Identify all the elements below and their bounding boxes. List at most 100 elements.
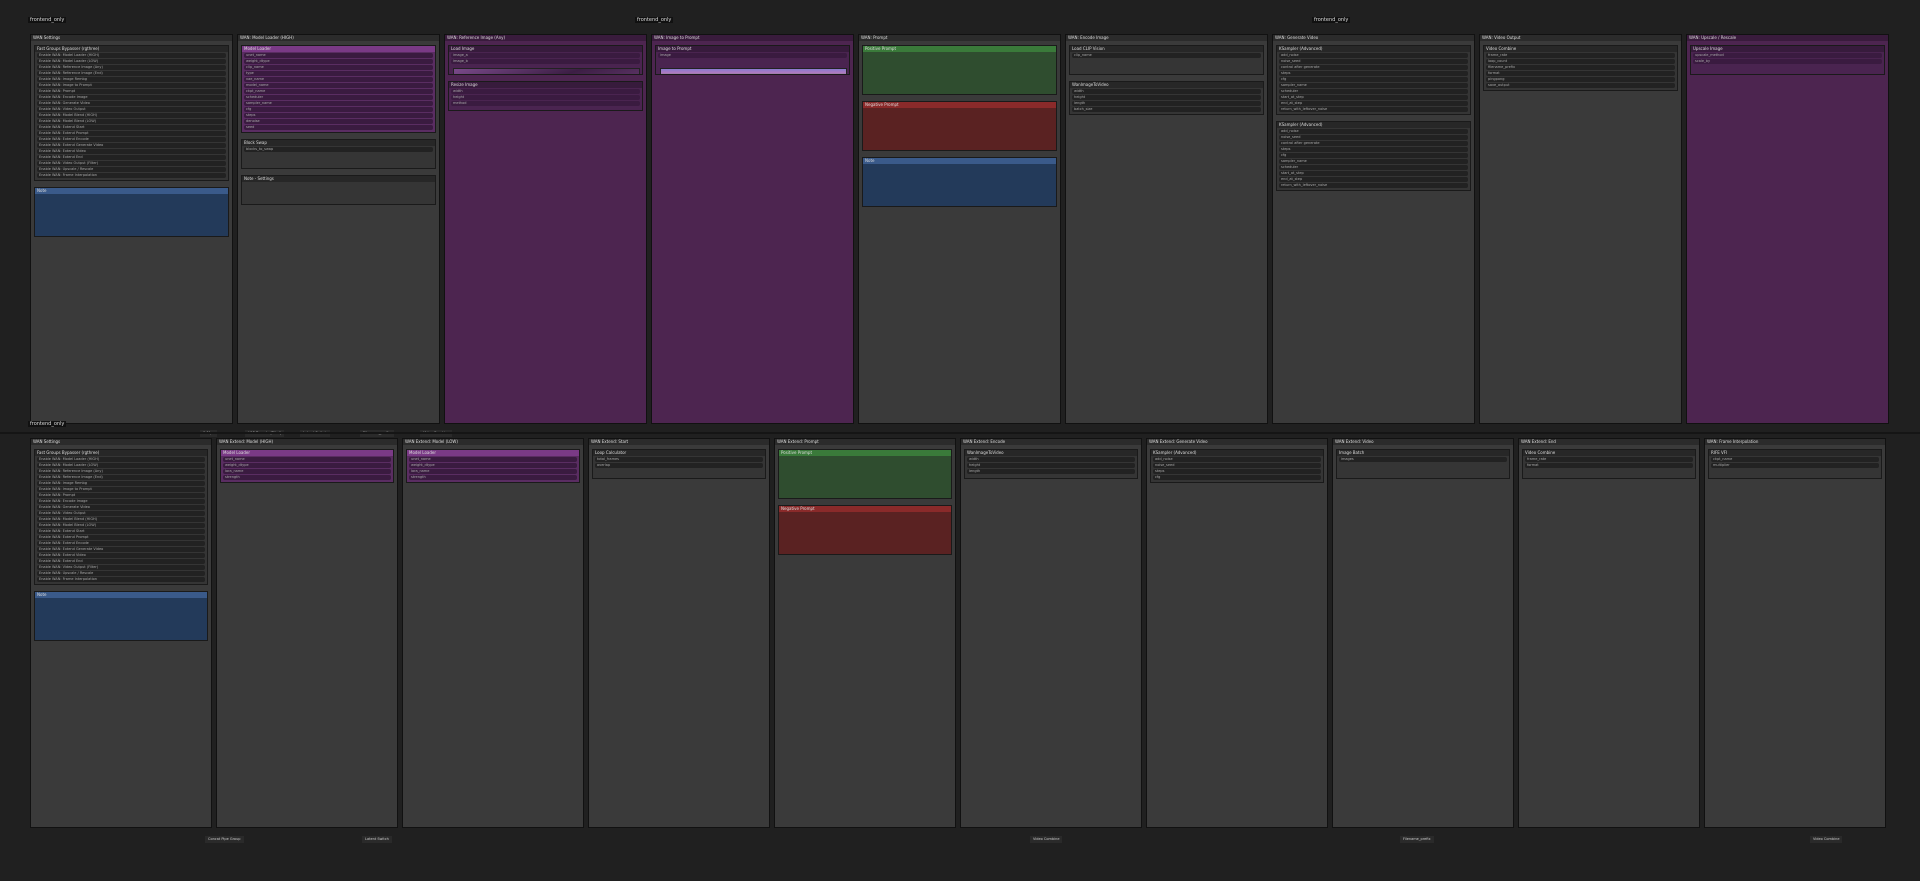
node-widget[interactable]: steps: [1153, 469, 1321, 474]
group-title[interactable]: WAN: Upscale / Rescale: [1687, 35, 1888, 41]
node-widget[interactable]: Enable WAN: Encode Image: [37, 499, 205, 504]
node[interactable]: Model Loader unet_name weight_dtype lora_na…: [406, 449, 580, 483]
node-widget[interactable]: Enable WAN: Extend Encode: [37, 541, 205, 546]
node-group[interactable]: WAN: Reference Image (Any) Load Image imag…: [444, 34, 647, 424]
node-title[interactable]: Image Batch: [1337, 450, 1509, 456]
node-widget[interactable]: start_at_step: [1279, 171, 1468, 176]
node-widget[interactable]: format: [1525, 463, 1693, 468]
node-title[interactable]: Note: [35, 592, 207, 598]
node-widget[interactable]: ckpt_name: [1711, 457, 1879, 462]
node-widget[interactable]: strength: [223, 475, 391, 480]
node-widget[interactable]: overlap: [595, 463, 763, 468]
node[interactable]: Block Swap blocks_to_swap: [241, 139, 436, 169]
node-title[interactable]: Note: [863, 158, 1056, 164]
node[interactable]: WanImageToVideo width height length batch_si…: [1069, 81, 1264, 115]
node-widget[interactable]: start_at_step: [1279, 95, 1468, 100]
group-title[interactable]: WAN Extend: Video: [1333, 439, 1513, 445]
node-widget[interactable]: Enable WAN: Reference Image (Any): [37, 65, 226, 70]
node-title[interactable]: Note: [35, 188, 228, 194]
node-title[interactable]: Negative Prompt: [863, 102, 1056, 108]
node[interactable]: Note: [862, 157, 1057, 207]
node-widget[interactable]: cfg: [1279, 77, 1468, 82]
node-widget[interactable]: Enable WAN: Frame Interpolation: [37, 577, 205, 582]
node[interactable]: Note - Settings: [241, 175, 436, 205]
node-widget[interactable]: sampler_name: [1279, 83, 1468, 88]
node-widget[interactable]: Enable WAN: Reference Image (Any): [37, 469, 205, 474]
collapsed-node[interactable]: Video Combine: [1810, 836, 1843, 843]
node-widget[interactable]: Enable WAN: Extend Prompt: [37, 535, 205, 540]
node-widget[interactable]: height: [1072, 95, 1261, 100]
node-widget[interactable]: add_noise: [1279, 129, 1468, 134]
group-title[interactable]: WAN: Reference Image (Any): [445, 35, 646, 41]
node-widget[interactable]: Enable WAN: Extend Prompt: [37, 131, 226, 136]
node-title[interactable]: KSampler (Advanced): [1277, 46, 1470, 52]
node-widget[interactable]: save_output: [1486, 83, 1675, 88]
node-widget[interactable]: weight_dtype: [223, 463, 391, 468]
node-widget[interactable]: width: [967, 457, 1135, 462]
node-group[interactable]: WAN Extend: Video Image Batch images: [1332, 438, 1514, 828]
group-title[interactable]: WAN: Prompt: [859, 35, 1060, 41]
collapsed-node[interactable]: Video Combine: [1030, 836, 1063, 843]
node-widget[interactable]: Enable WAN: Video Output: [37, 107, 226, 112]
node-title[interactable]: Video Combine: [1523, 450, 1695, 456]
node-group[interactable]: WAN: Upscale / Rescale Upscale Image upsca…: [1686, 34, 1889, 424]
node-widget[interactable]: Enable WAN: Video Output (Filter): [37, 161, 226, 166]
node-widget[interactable]: Enable WAN: Frame Interpolation: [37, 173, 226, 178]
node-widget[interactable]: pingpong: [1486, 77, 1675, 82]
collapsed-node[interactable]: Filename_prefix: [1400, 836, 1434, 843]
node-widget[interactable]: blocks_to_swap: [244, 147, 433, 152]
node-title[interactable]: Upscale Image: [1691, 46, 1884, 52]
node-widget[interactable]: batch_size: [1072, 107, 1261, 112]
node-group[interactable]: WAN Extend: Prompt Positive Prompt Negativ…: [774, 438, 956, 828]
node-widget[interactable]: return_with_leftover_noise: [1279, 107, 1468, 112]
node-widget[interactable]: Enable WAN: Encode Image: [37, 95, 226, 100]
node-widget[interactable]: type: [244, 71, 433, 76]
node-widget[interactable]: seed: [244, 125, 433, 130]
node-title[interactable]: KSampler (Advanced): [1277, 122, 1470, 128]
node-widget[interactable]: Enable WAN: Upscale / Rescale: [37, 167, 226, 172]
node-widget[interactable]: add_noise: [1153, 457, 1321, 462]
group-title[interactable]: WAN Extend: Model (LOW): [403, 439, 583, 445]
node-widget[interactable]: scheduler: [244, 95, 433, 100]
group-title[interactable]: WAN: Video Output: [1480, 35, 1681, 41]
node-group[interactable]: WAN Settings Fast Groups Bypasser (rgthre…: [30, 438, 212, 828]
node-widget[interactable]: height: [451, 95, 640, 100]
group-title[interactable]: WAN: Frame Interpolation: [1705, 439, 1885, 445]
node-widget[interactable]: noise_seed: [1153, 463, 1321, 468]
node-widget[interactable]: end_at_step: [1279, 177, 1468, 182]
node[interactable]: Note: [34, 591, 208, 641]
node[interactable]: Negative Prompt: [778, 505, 952, 555]
node-widget[interactable]: unet_name: [223, 457, 391, 462]
node-title[interactable]: Load CLIP Vision: [1070, 46, 1263, 52]
node-widget[interactable]: Enable WAN: Extend Video: [37, 553, 205, 558]
group-title[interactable]: WAN Extend: Start: [589, 439, 769, 445]
node-widget[interactable]: Enable WAN: Model Blend (LOW): [37, 119, 226, 124]
node[interactable]: Positive Prompt: [778, 449, 952, 499]
node-title[interactable]: Loop Calculator: [593, 450, 765, 456]
node-widget[interactable]: scheduler: [1279, 89, 1468, 94]
node-widget[interactable]: lora_name: [409, 469, 577, 474]
node-group[interactable]: WAN Extend: Encode WanImageToVideo width he…: [960, 438, 1142, 828]
group-title[interactable]: WAN Settings: [31, 439, 211, 445]
node[interactable]: KSampler (Advanced) add_noise noise_seed co…: [1276, 121, 1471, 191]
node-widget[interactable]: weight_dtype: [244, 59, 433, 64]
group-title[interactable]: WAN: Model Loader (HIGH): [238, 35, 439, 41]
node-widget[interactable]: weight_dtype: [409, 463, 577, 468]
node[interactable]: Load CLIP Vision clip_name: [1069, 45, 1264, 75]
node-widget[interactable]: Enable WAN: Image to Prompt: [37, 487, 205, 492]
node[interactable]: Model Loader unet_name weight_dtype lora_na…: [220, 449, 394, 483]
node-widget[interactable]: image_b: [451, 59, 640, 64]
node-widget[interactable]: noise_seed: [1279, 59, 1468, 64]
group-title[interactable]: WAN: Image to Prompt: [652, 35, 853, 41]
node-group[interactable]: WAN Extend: Generate Video KSampler (Adva…: [1146, 438, 1328, 828]
node-widget[interactable]: Enable WAN: Model Loader (HIGH): [37, 457, 205, 462]
node-widget[interactable]: cfg: [1279, 153, 1468, 158]
node[interactable]: Upscale Image upscale_method scale_by: [1690, 45, 1885, 75]
node-title[interactable]: Video Combine: [1484, 46, 1677, 52]
node-widget[interactable]: Enable WAN: Extend Video: [37, 149, 226, 154]
group-title[interactable]: WAN Extend: End: [1519, 439, 1699, 445]
group-title[interactable]: WAN Extend: Prompt: [775, 439, 955, 445]
node-widget[interactable]: Enable WAN: Extend Start: [37, 529, 205, 534]
node-widget[interactable]: Enable WAN: Image Rembg: [37, 77, 226, 82]
node-widget[interactable]: Enable WAN: Video Output (Filter): [37, 565, 205, 570]
